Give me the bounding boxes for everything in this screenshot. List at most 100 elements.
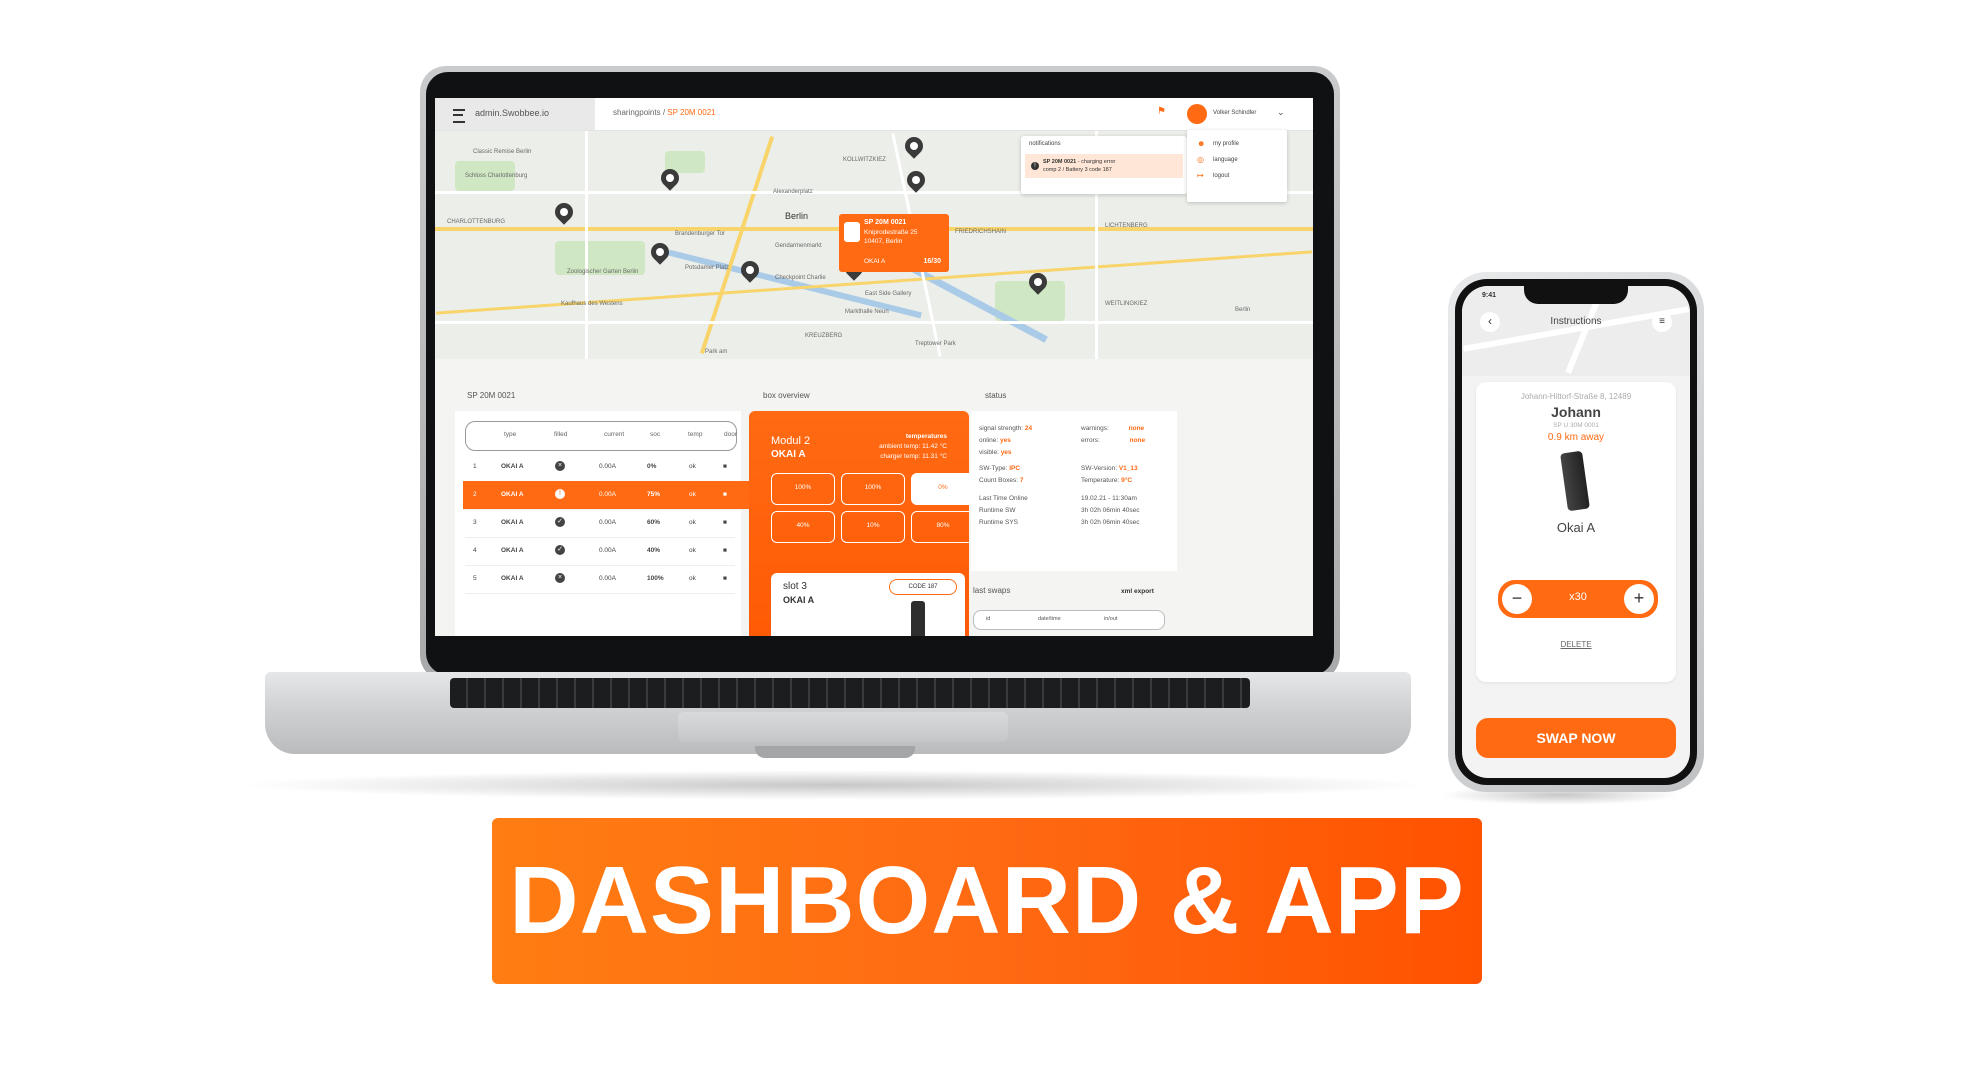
menu-item-my-profile[interactable]: my profile — [1213, 141, 1239, 147]
column-header: date/time — [1038, 616, 1061, 622]
column-header: filled — [554, 431, 568, 438]
map-pin[interactable] — [647, 239, 673, 265]
notification-detail: comp 2 / Battery 3 code 187 — [1043, 167, 1112, 173]
slot-detail-model: OKAI A — [783, 595, 815, 605]
ambient-temp: ambient temp: 11.42 °C — [879, 443, 947, 450]
map-label: Zoologischer Garten Berlin — [567, 269, 639, 275]
menu-icon[interactable] — [453, 109, 465, 123]
row-current: 0.00A — [599, 491, 616, 498]
slots-table: type filled current soc temp door 1 OKAI… — [455, 411, 855, 636]
avatar[interactable] — [1187, 104, 1207, 124]
status-value: 24 — [1024, 425, 1033, 432]
notifications-dropdown: notifications ! SP 20M 0021 - charging e… — [1021, 136, 1187, 194]
map-pin[interactable] — [737, 257, 763, 283]
battery-image — [911, 601, 925, 636]
status-value: 9°C — [1121, 477, 1133, 484]
status-label: signal strength: — [979, 425, 1024, 432]
column-header: door — [724, 431, 738, 438]
row-soc: 100% — [647, 575, 664, 582]
box-overview-panel: Modul 2 OKAI A temperatures ambient temp… — [749, 411, 975, 636]
station-address: Johann-Hittorf-Straße 8, 12489 — [1520, 392, 1632, 401]
map-label: Alexanderplatz — [773, 189, 813, 195]
map-pin[interactable] — [551, 199, 577, 225]
station-code: SP U 30M 0001 — [1553, 422, 1599, 429]
map-view[interactable]: Classic Remise Berlin Schloss Charlotten… — [435, 131, 1313, 359]
delete-link[interactable]: DELETE — [1476, 640, 1676, 649]
brand-name[interactable]: admin.Swobbee.io — [475, 108, 549, 118]
map-label: Potsdamer Platz — [685, 265, 730, 271]
row-type: OKAI A — [501, 491, 524, 498]
brand-area: admin.Swobbee.io — [435, 98, 595, 130]
swap-now-button[interactable]: SWAP NOW — [1476, 718, 1676, 758]
map-road — [435, 321, 1313, 324]
temperatures-label: temperatures — [905, 433, 947, 440]
slot-box[interactable]: 100% — [771, 473, 835, 505]
map-popup[interactable]: SP 20M 0021 Kniprodestraße 25 10407, Ber… — [839, 214, 949, 272]
map-pin[interactable] — [901, 133, 927, 159]
row-type: OKAI A — [501, 547, 524, 554]
status-value: 7 — [1019, 477, 1024, 484]
row-number: 2 — [473, 491, 477, 498]
column-header: soc — [650, 431, 661, 438]
row-temp: ok — [689, 547, 696, 554]
slot-box[interactable]: 100% — [841, 473, 905, 505]
laptop-trackpad — [678, 712, 1008, 742]
breadcrumb-root[interactable]: sharingpoints — [613, 108, 661, 117]
station-card: Johann-Hittorf-Straße 8, 12489 Johann SP… — [1476, 382, 1676, 682]
row-number: 4 — [473, 547, 477, 554]
row-current: 0.00A — [599, 463, 616, 470]
map-pin[interactable] — [903, 167, 929, 193]
map-label: KOLLWITZKIEZ — [843, 157, 886, 163]
slot-box[interactable]: 80% — [911, 511, 975, 543]
table-row[interactable]: 4 OKAI A ✓ 0.00A 40% ok ■ › — [465, 537, 759, 566]
table-row[interactable]: 1 OKAI A × 0.00A 0% ok ■ › — [465, 453, 759, 482]
dashboard-screen: admin.Swobbee.io sharingpoints / SP 20M … — [435, 98, 1313, 636]
lock-icon: ■ — [723, 575, 727, 582]
slot-box[interactable]: 10% — [841, 511, 905, 543]
menu-item-logout[interactable]: logout — [1213, 173, 1229, 179]
table-row[interactable]: 3 OKAI A ✓ 0.00A 60% ok ■ › — [465, 509, 759, 538]
phone-notch — [1524, 286, 1628, 304]
map-label: Kaufhaus des Westens — [561, 301, 623, 307]
station-icon — [844, 222, 860, 242]
status-label: errors: — [1081, 437, 1100, 444]
lock-icon: ■ — [723, 491, 727, 498]
status-time: 9:41 — [1482, 292, 1497, 299]
column-header: temp — [688, 431, 703, 438]
check-icon: ✓ — [555, 545, 565, 555]
map-label: Berlin — [1235, 307, 1251, 313]
row-type: OKAI A — [501, 575, 524, 582]
map-label: Schloss Charlottenburg — [465, 173, 528, 179]
map-label: Park am — [705, 349, 728, 355]
row-number: 5 — [473, 575, 477, 582]
row-number: 1 — [473, 463, 477, 470]
notification-item[interactable]: ! SP 20M 0021 - charging error comp 2 / … — [1025, 154, 1183, 178]
increment-button[interactable]: + — [1624, 584, 1654, 614]
map-label: East Side Gallery — [865, 291, 912, 297]
slot-box-selected[interactable]: 0% — [911, 473, 975, 505]
chevron-down-icon[interactable]: ⌄ — [1277, 107, 1285, 118]
popup-city: 10407, Berlin — [864, 238, 903, 245]
bell-icon[interactable]: ⚑ — [1157, 106, 1166, 117]
column-header: id — [986, 616, 991, 622]
slot-box[interactable]: 40% — [771, 511, 835, 543]
notifications-title: notifications — [1029, 141, 1061, 147]
notification-title: SP 20M 0021 — [1043, 159, 1077, 165]
menu-item-language[interactable]: language — [1213, 157, 1238, 163]
alert-icon: ! — [1031, 162, 1039, 170]
xml-export-link[interactable]: xml export — [1121, 588, 1154, 595]
error-code-badge: CODE 187 — [889, 579, 957, 595]
map-label: Checkpoint Charlie — [775, 275, 826, 281]
station-section-title: SP 20M 0021 — [467, 391, 516, 400]
status-label: online: — [979, 437, 999, 444]
popup-title: SP 20M 0021 — [864, 219, 907, 226]
table-row[interactable]: 5 OKAI A × 0.00A 100% ok ■ › — [465, 565, 759, 594]
menu-icon[interactable]: ≡ — [1652, 312, 1672, 332]
user-name[interactable]: Volker Schindler — [1213, 110, 1256, 116]
status-label: SW-Type: — [979, 465, 1008, 472]
column-header: type — [504, 431, 517, 438]
app-screen: 9:41 ‹ Instructions ≡ Johann-Hittorf-Str… — [1462, 286, 1690, 778]
laptop-shadow — [235, 770, 1435, 800]
map-label: Markthalle Neun — [845, 309, 889, 315]
popup-count: 16/30 — [923, 258, 941, 265]
